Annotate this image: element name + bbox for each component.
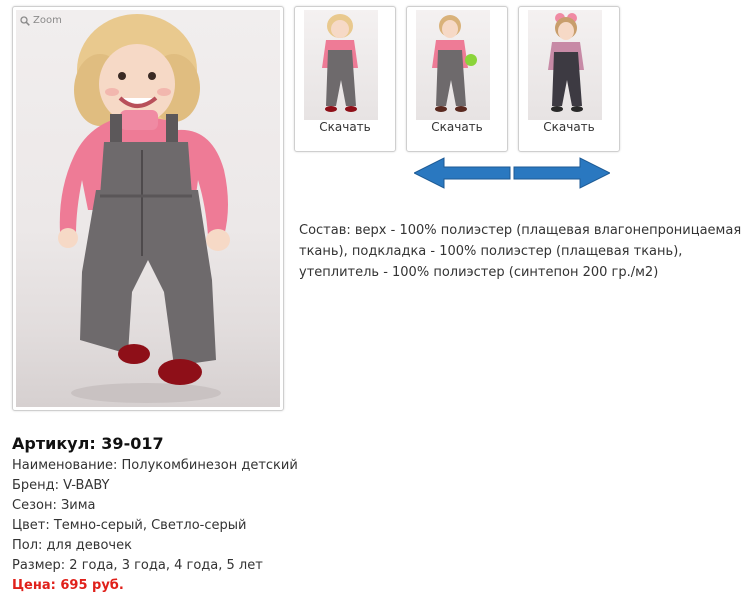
product-gender: Пол: для девочек	[12, 538, 132, 553]
thumbnail-2[interactable]: Скачать	[406, 6, 508, 152]
thumbnail-photo-1[interactable]	[304, 10, 378, 120]
thumbnail-illustration-1	[322, 14, 358, 112]
child-in-overalls-illustration	[58, 14, 230, 403]
download-label-2[interactable]: Скачать	[407, 120, 507, 134]
product-info: Артикул: 39-017 Наименование: Полукомбин…	[12, 433, 412, 596]
thumbnail-1[interactable]: Скачать	[294, 6, 396, 152]
composition-description: Состав: верх - 100% полиэстер (плащевая …	[299, 223, 742, 280]
download-label-3[interactable]: Скачать	[519, 120, 619, 134]
thumbnail-3[interactable]: Скачать	[518, 6, 620, 152]
product-sizes: Размер: 2 года, 3 года, 4 года, 5 лет	[12, 558, 263, 573]
thumbnail-photo-2[interactable]	[416, 10, 490, 120]
thumbnail-illustration-3	[548, 13, 584, 112]
product-price: Цена: 695 руб.	[12, 578, 124, 593]
sku-heading: Артикул: 39-017	[12, 434, 164, 453]
thumbnail-illustration-2	[432, 15, 477, 112]
carousel-arrows	[414, 157, 610, 189]
arrow-left-icon[interactable]	[414, 157, 511, 189]
arrow-right-icon[interactable]	[513, 157, 610, 189]
main-product-photo[interactable]	[16, 10, 280, 407]
product-color: Цвет: Темно-серый, Светло-серый	[12, 518, 247, 533]
main-image-frame[interactable]: Zoom	[12, 6, 284, 411]
thumbnail-photo-3[interactable]	[528, 10, 602, 120]
download-label-1[interactable]: Скачать	[295, 120, 395, 134]
product-name: Наименование: Полукомбинезон детский	[12, 458, 298, 473]
product-brand: Бренд: V-BABY	[12, 478, 110, 493]
magnifier-icon	[20, 15, 30, 26]
zoom-label[interactable]: Zoom	[20, 15, 62, 26]
product-season: Сезон: Зима	[12, 498, 96, 513]
zoom-text: Zoom	[33, 15, 62, 26]
